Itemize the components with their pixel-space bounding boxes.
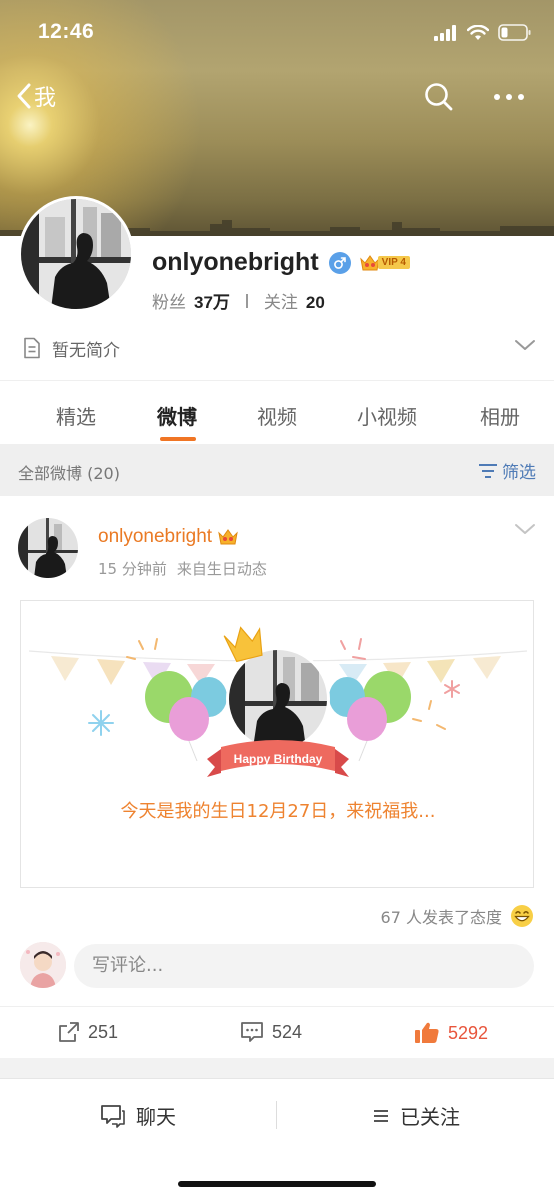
birthday-card[interactable]: Happy Birthday 今天是我的生日12月27日，来祝福我... [20,600,534,888]
more-dots-icon [494,94,524,100]
filter-bar: 全部微博 (20) 筛选 [0,444,554,496]
attitude-text: 67 人发表了态度 [380,908,502,927]
bottom-divider [276,1101,277,1129]
signal-icon [434,24,456,41]
comment-icon [241,1022,263,1042]
profile-stats: 粉丝 37万 关注 20 [152,288,325,313]
my-avatar [20,942,66,988]
search-button[interactable] [424,82,454,116]
post-actions: 251 524 5292 [0,1006,554,1058]
wifi-icon [467,24,489,40]
chat-label: 聊天 [136,1105,176,1129]
chat-button[interactable]: 聊天 [100,1101,176,1130]
post-author-name: onlyonebright [98,526,213,547]
fans-count: 37万 [194,293,230,312]
stats-divider [245,293,248,308]
vip-badge[interactable]: VIP 4 [359,253,410,273]
home-indicator [178,1181,376,1187]
happy-birthday-banner: Happy Birthday [234,752,323,766]
bio-row[interactable]: 暂无简介 [22,334,538,362]
following-count: 20 [305,293,325,312]
tab-albums[interactable]: 相册 [480,401,520,430]
battery-icon [498,24,531,41]
followed-button[interactable]: 已关注 [372,1101,460,1130]
repost-button[interactable]: 251 [58,1021,118,1043]
comment-count: 524 [272,1021,303,1042]
back-label: 我 [34,86,57,111]
more-button[interactable] [492,82,526,116]
following-stat[interactable]: 关注 20 [264,288,325,313]
followed-label: 已关注 [400,1105,460,1129]
like-button[interactable]: 5292 [414,1021,488,1045]
tab-featured[interactable]: 精选 [56,401,96,430]
post-time: 15 分钟前 [98,560,167,578]
vip-label: VIP 4 [377,256,410,269]
filter-label: 筛选 [502,463,536,483]
tab-videos[interactable]: 视频 [257,401,297,430]
avatar-illustration [20,942,66,988]
repost-icon [59,1022,79,1042]
tab-weibo[interactable]: 微博 [157,401,197,430]
back-button[interactable]: 我 [16,80,56,112]
post-count: 全部微博 (20) [18,464,120,483]
repost-count: 251 [88,1021,119,1042]
post-author-avatar[interactable] [18,518,78,578]
attitude-summary[interactable]: 67 人发表了态度 [381,904,534,928]
like-count: 5292 [448,1022,489,1043]
chevron-down-icon[interactable] [514,338,536,352]
profile-tabs: 精选 微博 视频 小视频 相册 [0,380,554,444]
avatar-photo [18,518,78,578]
profile-name: onlyonebright [152,248,319,276]
thumbs-up-icon [415,1022,439,1043]
tab-short-videos[interactable]: 小视频 [357,401,417,430]
profile-avatar[interactable] [18,196,134,312]
grin-emoji-icon [511,905,533,927]
post-author[interactable]: onlyonebright [98,526,240,548]
filter-icon [479,463,497,478]
status-time: 12:46 [38,20,95,43]
profile-name-row: onlyonebright VIP 4 [152,248,410,277]
comment-input[interactable]: 写评论... [74,944,534,988]
tab-active-indicator [160,437,196,441]
menu-lines-icon [374,1109,388,1122]
post-source: 来自生日动态 [176,560,267,578]
male-icon [328,251,351,274]
chat-icon [101,1104,125,1128]
comment-row: 写评论... [20,942,534,990]
bio-text: 暂无简介 [52,340,120,361]
vip-crown-icon [218,529,238,545]
avatar-photo [21,199,131,309]
filter-button[interactable]: 筛选 [478,458,536,483]
post-meta: 15 分钟前 来自生日动态 [98,558,267,579]
profile-page: 12:46 我 onlyonebright VIP 4 粉丝 37万 关注 20… [0,0,554,1200]
post-card: onlyonebright 15 分钟前 来自生日动态 Happy Birthd… [0,496,554,1058]
following-label: 关注 [263,293,298,313]
fans-stat[interactable]: 粉丝 37万 [152,288,230,313]
document-icon [24,337,40,359]
fans-label: 粉丝 [152,293,186,313]
status-bar: 12:46 [0,0,554,66]
post-menu-chevron-icon[interactable] [514,522,536,536]
status-icons [434,24,532,41]
section-separator [0,1058,554,1078]
search-icon [425,83,453,111]
birthday-illustration: Happy Birthday [28,626,528,777]
birthday-message: 今天是我的生日12月27日，来祝福我... [120,801,436,822]
comment-button[interactable]: 524 [240,1021,302,1043]
top-nav: 我 [0,76,554,120]
back-arrow-icon [17,83,31,109]
